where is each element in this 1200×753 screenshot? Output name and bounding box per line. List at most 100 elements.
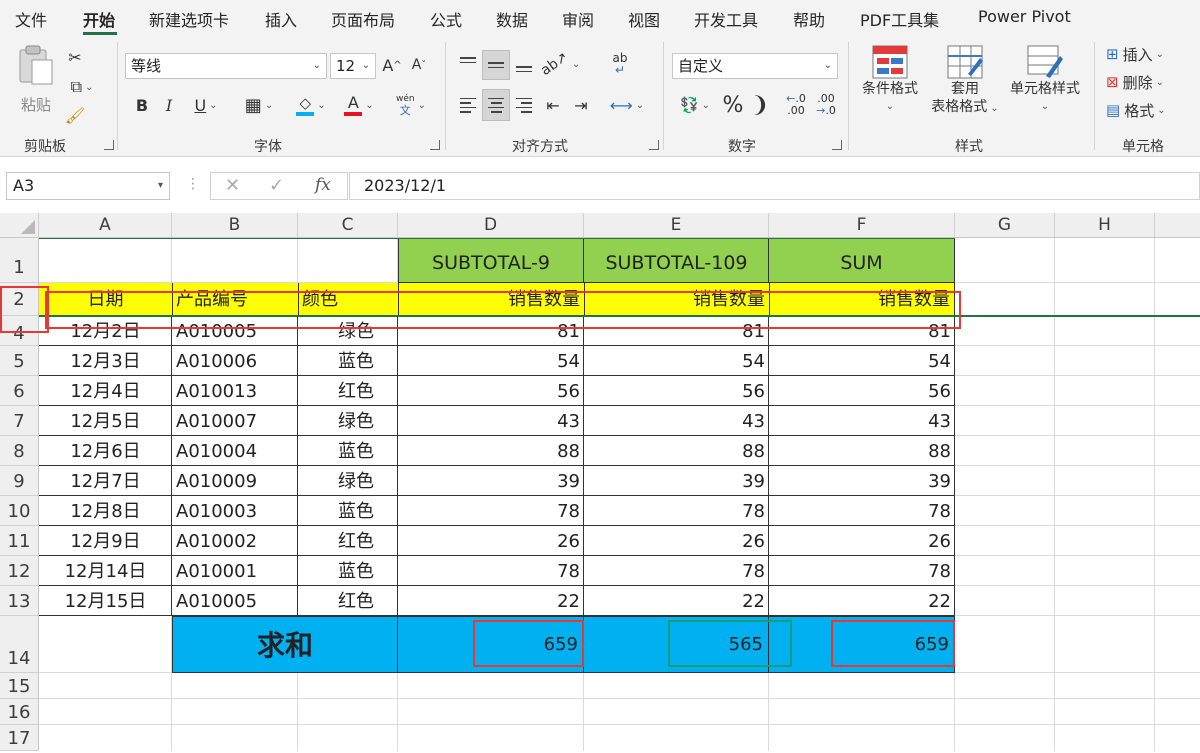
enter-icon[interactable]: ✓ bbox=[269, 175, 284, 196]
align-top-icon[interactable] bbox=[456, 50, 480, 78]
align-middle-icon[interactable] bbox=[482, 50, 510, 80]
date-cell[interactable]: 12月5日 bbox=[39, 406, 172, 436]
select-all-corner[interactable] bbox=[0, 213, 39, 238]
subtotal9-cell[interactable]: 26 bbox=[398, 526, 584, 556]
subtotal109-cell[interactable]: 56 bbox=[584, 376, 769, 406]
orientation-button[interactable]: ab↗ ⌄ bbox=[538, 49, 581, 79]
subtotal9-cell[interactable]: 22 bbox=[398, 586, 584, 616]
tab-formulas[interactable]: 公式 bbox=[430, 7, 462, 31]
phonetic-button[interactable]: wén 文 ⌄ bbox=[390, 91, 432, 119]
color-cell[interactable]: 蓝色 bbox=[298, 556, 398, 586]
row-header-15[interactable]: 15 bbox=[0, 673, 39, 699]
tab-page-layout[interactable]: 页面布局 bbox=[331, 7, 395, 31]
column-header-h[interactable]: H bbox=[1055, 213, 1155, 238]
borders-button[interactable]: ▦ ⌄ bbox=[238, 93, 280, 117]
product-code-cell[interactable]: A010007 bbox=[172, 406, 298, 436]
tab-power-pivot[interactable]: Power Pivot bbox=[978, 7, 1071, 26]
fill-color-button[interactable]: ◇ ⌄ bbox=[290, 91, 332, 119]
sum-cell[interactable]: 78 bbox=[769, 556, 955, 586]
number-format-select[interactable]: 自定义 ⌄ bbox=[672, 53, 838, 79]
date-cell[interactable]: 12月3日 bbox=[39, 346, 172, 376]
product-code-cell[interactable]: A010005 bbox=[172, 586, 298, 616]
tab-developer[interactable]: 开发工具 bbox=[694, 7, 758, 31]
row-header-5[interactable]: 5 bbox=[0, 346, 39, 376]
align-center-icon[interactable] bbox=[482, 89, 510, 121]
paste-button[interactable]: 粘贴 bbox=[14, 44, 58, 116]
tab-home[interactable]: 开始 bbox=[83, 7, 115, 31]
product-code-cell[interactable]: A010002 bbox=[172, 526, 298, 556]
column-header-c[interactable]: C bbox=[298, 213, 398, 238]
font-color-button[interactable]: A ⌄ bbox=[338, 91, 380, 119]
product-code-cell[interactable]: A010006 bbox=[172, 346, 298, 376]
color-cell[interactable]: 蓝色 bbox=[298, 346, 398, 376]
subtotal109-cell[interactable]: 43 bbox=[584, 406, 769, 436]
date-cell[interactable]: 12月9日 bbox=[39, 526, 172, 556]
tab-data[interactable]: 数据 bbox=[496, 7, 528, 31]
row-header-9[interactable]: 9 bbox=[0, 466, 39, 496]
row-header-8[interactable]: 8 bbox=[0, 436, 39, 466]
color-cell[interactable]: 绿色 bbox=[298, 466, 398, 496]
row-header-12[interactable]: 12 bbox=[0, 556, 39, 586]
font-size-select[interactable]: 12 ⌄ bbox=[330, 53, 376, 79]
sum-cell[interactable]: 43 bbox=[769, 406, 955, 436]
subtotal109-cell[interactable]: 39 bbox=[584, 466, 769, 496]
color-cell[interactable]: 红色 bbox=[298, 586, 398, 616]
tab-new[interactable]: 新建选项卡 bbox=[149, 7, 229, 31]
total-label-cell[interactable]: 求和 bbox=[172, 616, 398, 673]
product-code-cell[interactable]: A010013 bbox=[172, 376, 298, 406]
date-cell[interactable]: 12月4日 bbox=[39, 376, 172, 406]
underline-button[interactable]: U ⌄ bbox=[186, 93, 226, 117]
font-name-select[interactable]: 等线 ⌄ bbox=[125, 53, 327, 79]
subtotal9-cell[interactable]: 56 bbox=[398, 376, 584, 406]
product-code-cell[interactable]: A010004 bbox=[172, 436, 298, 466]
color-cell[interactable]: 蓝色 bbox=[298, 436, 398, 466]
row-header-14[interactable]: 14 bbox=[0, 616, 39, 673]
row-header-16[interactable]: 16 bbox=[0, 699, 39, 725]
sum-cell[interactable]: 88 bbox=[769, 436, 955, 466]
italic-button[interactable]: I bbox=[159, 93, 179, 117]
insert-function-icon[interactable]: fx bbox=[315, 175, 331, 195]
column-header-next[interactable] bbox=[1155, 213, 1200, 238]
decrease-decimal-button[interactable]: .00 →.0 bbox=[812, 89, 840, 121]
product-code-cell[interactable]: A010009 bbox=[172, 466, 298, 496]
conditional-formatting-button[interactable]: 条件格式 ⌄ bbox=[856, 44, 924, 116]
format-cells-button[interactable]: ▤ 格式 ⌄ bbox=[1106, 98, 1186, 122]
date-cell[interactable]: 12月8日 bbox=[39, 496, 172, 526]
tab-view[interactable]: 视图 bbox=[628, 7, 660, 31]
subtotal109-cell[interactable]: 26 bbox=[584, 526, 769, 556]
subtotal9-cell[interactable]: 39 bbox=[398, 466, 584, 496]
product-code-cell[interactable]: A010003 bbox=[172, 496, 298, 526]
subtotal9-cell[interactable]: 88 bbox=[398, 436, 584, 466]
cell-f1[interactable]: SUM bbox=[768, 238, 955, 283]
tab-review[interactable]: 审阅 bbox=[562, 7, 594, 31]
sum-cell[interactable]: 56 bbox=[769, 376, 955, 406]
row-header-7[interactable]: 7 bbox=[0, 406, 39, 436]
increase-decimal-button[interactable]: ←.0.00 bbox=[782, 89, 810, 121]
copy-icon[interactable]: ⧉ ⌄ bbox=[62, 76, 102, 98]
column-header-b[interactable]: B bbox=[172, 213, 298, 238]
row-header-13[interactable]: 13 bbox=[0, 586, 39, 616]
tab-file[interactable]: 文件 bbox=[15, 7, 47, 31]
subtotal109-cell[interactable]: 54 bbox=[584, 346, 769, 376]
subtotal9-cell[interactable]: 78 bbox=[398, 496, 584, 526]
cut-icon[interactable]: ✂ bbox=[64, 46, 86, 68]
cell-styles-button[interactable]: 单元格样式 ⌄ bbox=[1004, 44, 1086, 116]
row-header-10[interactable]: 10 bbox=[0, 496, 39, 526]
color-cell[interactable]: 红色 bbox=[298, 376, 398, 406]
wrap-text-button[interactable]: ab ↵ bbox=[606, 50, 634, 78]
sum-cell[interactable]: 26 bbox=[769, 526, 955, 556]
date-cell[interactable]: 12月14日 bbox=[39, 556, 172, 586]
number-launcher-icon[interactable] bbox=[832, 140, 842, 150]
grow-font-icon[interactable]: A ^ bbox=[381, 53, 403, 77]
subtotal109-cell[interactable]: 88 bbox=[584, 436, 769, 466]
decrease-indent-icon[interactable]: ⇤ bbox=[541, 91, 565, 119]
subtotal109-cell[interactable]: 22 bbox=[584, 586, 769, 616]
sum-cell[interactable]: 22 bbox=[769, 586, 955, 616]
delete-cells-button[interactable]: ⊠ 删除 ⌄ bbox=[1106, 70, 1186, 94]
row-header-6[interactable]: 6 bbox=[0, 376, 39, 406]
tab-insert[interactable]: 插入 bbox=[265, 7, 297, 31]
date-cell[interactable]: 12月7日 bbox=[39, 466, 172, 496]
tab-pdf-tools[interactable]: PDF工具集 bbox=[860, 7, 939, 31]
cancel-icon[interactable]: ✕ bbox=[225, 175, 240, 196]
align-bottom-icon[interactable] bbox=[512, 50, 536, 78]
